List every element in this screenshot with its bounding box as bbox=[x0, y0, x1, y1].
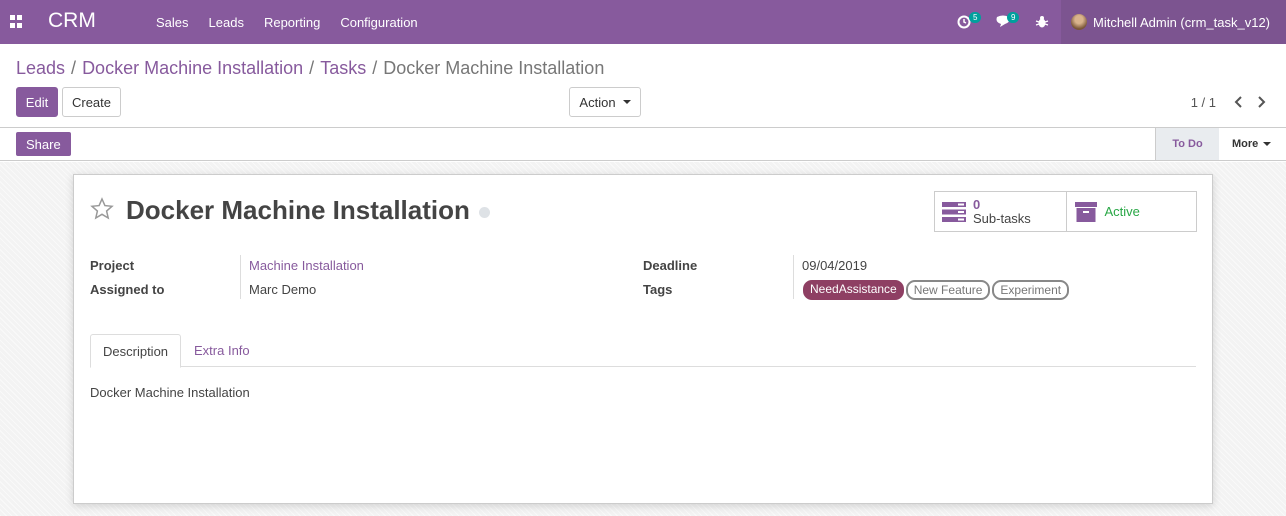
subtasks-count: 0 bbox=[973, 196, 981, 212]
star-icon[interactable] bbox=[90, 197, 114, 221]
menu-item-leads[interactable]: Leads bbox=[199, 15, 254, 30]
action-dropdown[interactable]: Action bbox=[569, 87, 641, 117]
menu-item-reporting[interactable]: Reporting bbox=[254, 15, 330, 30]
top-navbar: CRM Sales Leads Reporting Configuration … bbox=[0, 0, 1286, 44]
breadcrumb-separator: / bbox=[309, 58, 315, 78]
subtasks-label: Sub-tasks bbox=[973, 210, 1031, 226]
pager-previous-button[interactable] bbox=[1228, 91, 1250, 113]
activity-button[interactable]: 5 bbox=[945, 0, 983, 44]
field-separator bbox=[793, 255, 794, 299]
breadcrumb: Leads / Docker Machine Installation / Ta… bbox=[16, 58, 604, 79]
breadcrumb-separator: / bbox=[71, 58, 77, 78]
tag-need-assistance[interactable]: NeedAssistance bbox=[803, 280, 904, 300]
caret-down-icon bbox=[1263, 142, 1272, 146]
breadcrumb-tasks[interactable]: Tasks bbox=[320, 58, 366, 79]
tab-extra-info[interactable]: Extra Info bbox=[182, 334, 262, 367]
tags-list: NeedAssistance New Feature Experiment bbox=[803, 280, 1071, 300]
activity-count-badge: 5 bbox=[969, 12, 982, 23]
breadcrumb-separator: / bbox=[372, 58, 378, 78]
app-brand[interactable]: CRM bbox=[48, 9, 96, 33]
active-toggle-button[interactable]: Active bbox=[1065, 192, 1197, 231]
avatar bbox=[1071, 14, 1087, 30]
message-count-badge: 9 bbox=[1007, 12, 1020, 23]
project-link[interactable]: Machine Installation bbox=[249, 258, 364, 273]
edit-button[interactable]: Edit bbox=[16, 87, 58, 117]
assigned-to-value: Marc Demo bbox=[249, 282, 317, 297]
stage-todo[interactable]: To Do bbox=[1155, 128, 1219, 160]
tags-label: Tags bbox=[643, 282, 673, 297]
more-stages-dropdown[interactable]: More bbox=[1232, 128, 1272, 160]
deadline-label: Deadline bbox=[643, 258, 698, 273]
project-label: Project bbox=[90, 258, 135, 273]
tab-description[interactable]: Description bbox=[90, 334, 182, 368]
notebook-tabs: Description Extra Info bbox=[90, 334, 1196, 368]
deadline-value: 09/04/2019 bbox=[802, 258, 868, 273]
create-button[interactable]: Create bbox=[62, 87, 121, 117]
pager-next-button[interactable] bbox=[1250, 91, 1272, 113]
menu-item-configuration[interactable]: Configuration bbox=[330, 15, 427, 30]
archive-icon bbox=[1073, 199, 1099, 225]
tag-new-feature[interactable]: New Feature bbox=[905, 280, 991, 300]
bug-icon bbox=[1035, 16, 1049, 28]
statusbar: Share To Do More bbox=[0, 127, 1286, 161]
caret-down-icon bbox=[622, 100, 631, 104]
tag-experiment[interactable]: Experiment bbox=[992, 280, 1070, 300]
systray: 5 9 Mitchell Admin (crm_task_v12) bbox=[945, 0, 1286, 44]
kanban-state-indicator[interactable] bbox=[479, 207, 490, 218]
stage-arrow bbox=[1211, 128, 1219, 160]
menu-item-sales[interactable]: Sales bbox=[146, 15, 199, 30]
smart-button-box: 0 Sub-tasks Active bbox=[934, 191, 1197, 232]
breadcrumb-lead-record[interactable]: Docker Machine Installation bbox=[82, 58, 303, 79]
chevron-left-icon bbox=[1234, 96, 1242, 108]
form-sheet: Docker Machine Installation 0 Sub-tasks … bbox=[73, 174, 1213, 504]
record-title: Docker Machine Installation bbox=[126, 195, 470, 225]
user-menu[interactable]: Mitchell Admin (crm_task_v12) bbox=[1061, 0, 1286, 44]
active-status-label: Active bbox=[1104, 204, 1140, 219]
breadcrumb-current: Docker Machine Installation bbox=[383, 58, 605, 78]
chevron-right-icon bbox=[1258, 96, 1266, 108]
pager: 1 / 1 bbox=[1191, 87, 1272, 117]
description-text[interactable]: Docker Machine Installation bbox=[90, 385, 250, 400]
field-separator bbox=[240, 255, 241, 299]
user-name: Mitchell Admin (crm_task_v12) bbox=[1093, 14, 1270, 30]
messages-button[interactable]: 9 bbox=[983, 0, 1023, 44]
share-button[interactable]: Share bbox=[16, 132, 71, 156]
breadcrumb-leads[interactable]: Leads bbox=[16, 58, 65, 79]
debug-button[interactable] bbox=[1023, 0, 1061, 44]
apps-menu-icon[interactable] bbox=[10, 15, 23, 28]
pager-value[interactable]: 1 / 1 bbox=[1191, 95, 1216, 110]
tasks-icon bbox=[941, 199, 967, 225]
subtasks-button[interactable]: 0 Sub-tasks bbox=[935, 192, 1066, 231]
assigned-to-label: Assigned to bbox=[90, 282, 165, 297]
action-label: Action bbox=[579, 94, 616, 110]
main-menu: Sales Leads Reporting Configuration bbox=[146, 0, 428, 44]
more-label: More bbox=[1232, 138, 1259, 150]
